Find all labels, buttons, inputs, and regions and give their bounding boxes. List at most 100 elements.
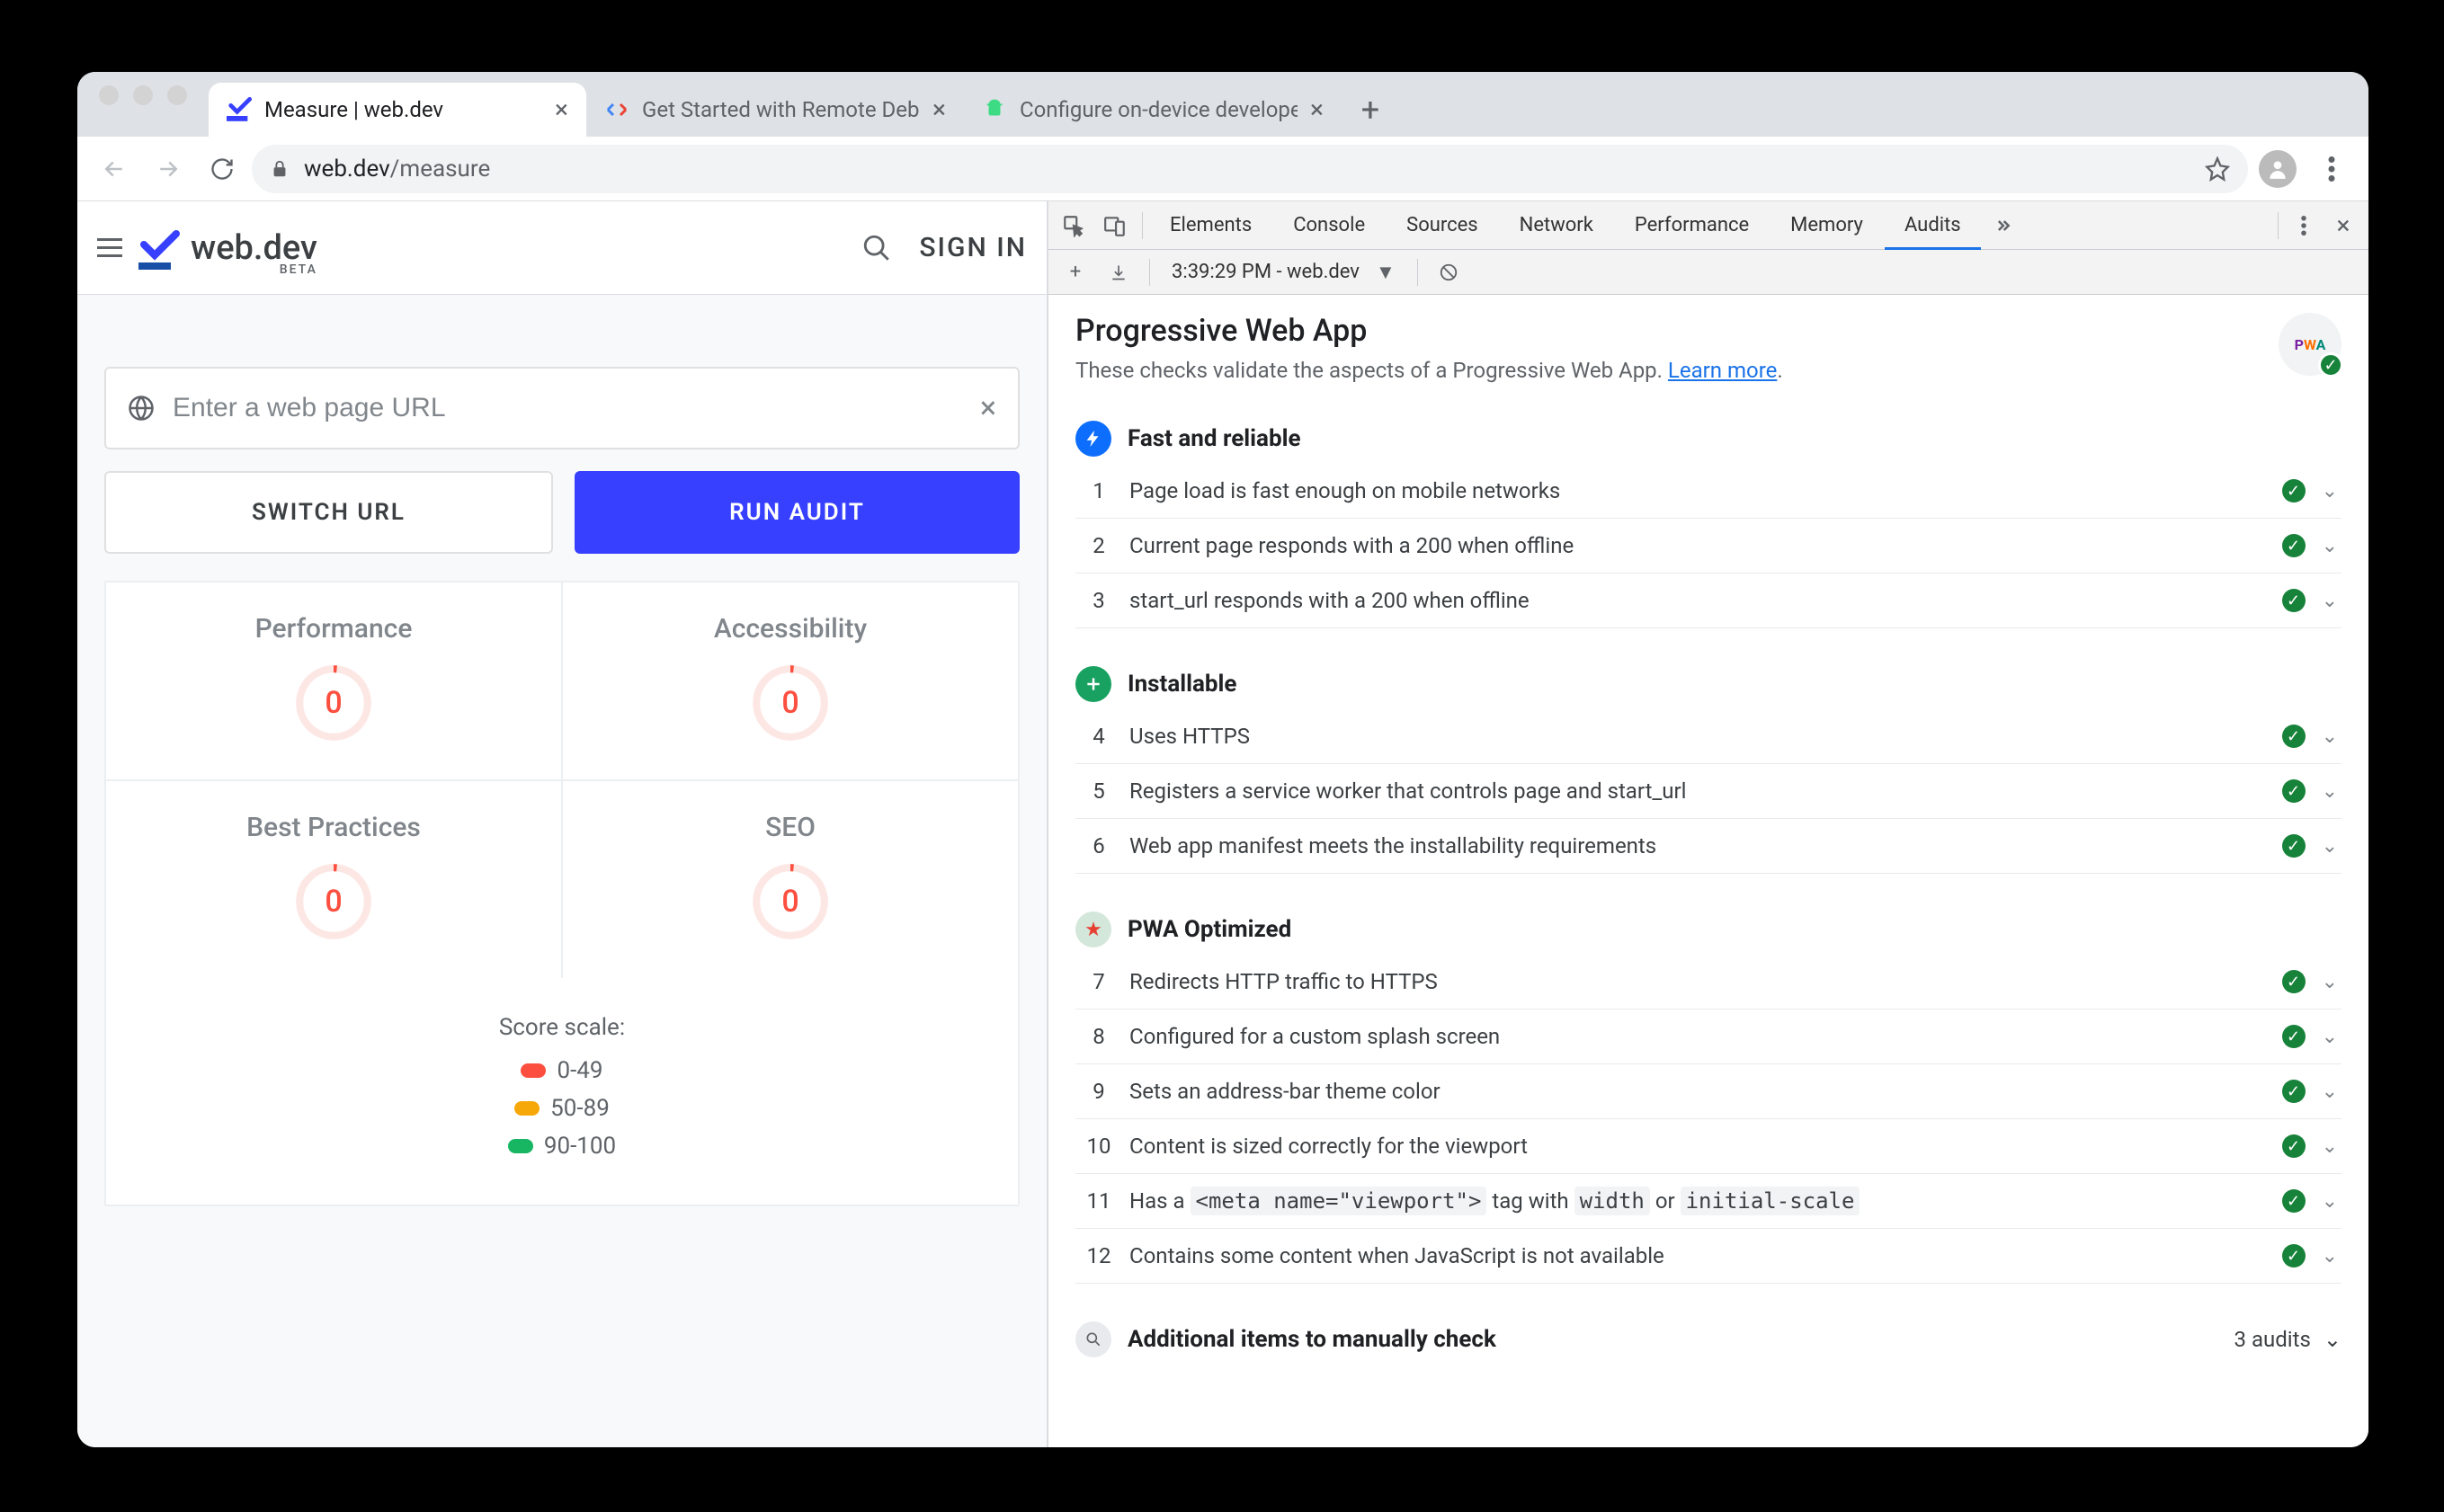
devtools-tab-sources[interactable]: Sources xyxy=(1387,201,1498,249)
audit-row[interactable]: 7Redirects HTTP traffic to HTTPS✓⌄ xyxy=(1075,955,2341,1009)
audit-row[interactable]: 5Registers a service worker that control… xyxy=(1075,764,2341,819)
audit-section-title: Installable xyxy=(1128,671,1236,698)
pass-icon: ✓ xyxy=(2282,589,2306,612)
hamburger-icon[interactable] xyxy=(97,238,122,257)
reload-button[interactable] xyxy=(198,145,246,193)
star-icon[interactable] xyxy=(2205,156,2230,182)
pass-icon: ✓ xyxy=(2282,1134,2306,1158)
search-icon[interactable] xyxy=(861,233,892,263)
close-tab-icon[interactable]: × xyxy=(932,97,946,122)
audit-number: 12 xyxy=(1079,1243,1119,1268)
close-tab-icon[interactable]: × xyxy=(1310,97,1324,122)
audits-title: Progressive Web App xyxy=(1075,313,2341,349)
chevron-down-icon[interactable]: ⌄ xyxy=(2322,590,2338,612)
bolt-icon xyxy=(1075,421,1111,457)
audit-number: 6 xyxy=(1079,833,1119,858)
devtools-tab-console[interactable]: Console xyxy=(1273,201,1385,249)
more-tabs-icon[interactable] xyxy=(1983,206,2022,245)
clear-icon[interactable]: × xyxy=(980,390,996,426)
close-tab-icon[interactable]: × xyxy=(555,97,568,122)
audit-row[interactable]: 2Current page responds with a 200 when o… xyxy=(1075,519,2341,574)
gauge-accessibility: Accessibility 0 xyxy=(561,583,1018,779)
devtools-tabs: Elements Console Sources Network Perform… xyxy=(1048,201,2368,250)
pass-icon: ✓ xyxy=(2282,1244,2306,1267)
download-icon[interactable] xyxy=(1101,254,1137,290)
gauge-seo: SEO 0 xyxy=(561,781,1018,978)
devtools-tab-elements[interactable]: Elements xyxy=(1150,201,1271,249)
learn-more-link[interactable]: Learn more xyxy=(1668,358,1777,383)
audits-subtitle: These checks validate the aspects of a P… xyxy=(1075,358,2341,383)
audit-row[interactable]: 8Configured for a custom splash screen✓⌄ xyxy=(1075,1009,2341,1064)
chevron-down-icon[interactable]: ⌄ xyxy=(2322,1135,2338,1158)
chevron-down-icon[interactable]: ⌄ xyxy=(2322,780,2338,803)
audits-run-label[interactable]: 3:39:29 PM - web.dev xyxy=(1172,261,1360,283)
close-window-icon[interactable] xyxy=(99,85,119,105)
audit-row[interactable]: 9Sets an address-bar theme color✓⌄ xyxy=(1075,1064,2341,1119)
run-audit-button[interactable]: RUN AUDIT xyxy=(575,471,1020,554)
audit-text: Uses HTTPS xyxy=(1119,724,2282,749)
chevron-down-icon[interactable]: ⌄ xyxy=(2322,480,2338,503)
browser-tab[interactable]: Get Started with Remote Debu × xyxy=(586,83,964,137)
score-grid: Performance 0 Accessibility 0 xyxy=(104,581,1020,1206)
url-input[interactable] xyxy=(173,393,962,423)
star-icon: ★ xyxy=(1075,912,1111,947)
address-bar[interactable]: web.dev/measure xyxy=(252,145,2248,193)
chevron-down-icon[interactable]: ⌄ xyxy=(2322,835,2338,858)
audit-text: Web app manifest meets the installabilit… xyxy=(1119,833,2282,858)
devtools-tab-audits[interactable]: Audits xyxy=(1885,201,1981,249)
chevron-down-icon[interactable]: ⌄ xyxy=(2322,971,2338,993)
manual-check-section[interactable]: Additional items to manually check 3 aud… xyxy=(1075,1321,2341,1357)
device-toolbar-icon[interactable] xyxy=(1095,206,1135,245)
minimize-window-icon[interactable] xyxy=(133,85,153,105)
devtools-kebab-icon[interactable] xyxy=(2284,206,2324,245)
pass-icon: ✓ xyxy=(2282,1025,2306,1048)
tab-title: Get Started with Remote Debu xyxy=(642,97,920,122)
gauge-best-practices: Best Practices 0 xyxy=(106,781,561,978)
new-tab-button[interactable]: + xyxy=(1352,92,1388,128)
profile-button[interactable] xyxy=(2253,145,2302,193)
chevron-down-icon[interactable]: ⌄ xyxy=(2322,1081,2338,1103)
sign-in-button[interactable]: SIGN IN xyxy=(919,232,1027,263)
back-button[interactable] xyxy=(90,145,138,193)
new-audit-icon[interactable]: + xyxy=(1057,254,1093,290)
webdev-icon xyxy=(227,97,252,122)
chevron-down-icon[interactable]: ⌄ xyxy=(2322,1245,2338,1267)
audit-text: Contains some content when JavaScript is… xyxy=(1119,1243,2282,1268)
audit-row[interactable]: 1Page load is fast enough on mobile netw… xyxy=(1075,464,2341,519)
kebab-menu-button[interactable] xyxy=(2307,145,2356,193)
gauge-performance: Performance 0 xyxy=(106,583,561,779)
webdev-logo[interactable]: web.dev BETA xyxy=(138,227,317,270)
audit-number: 3 xyxy=(1079,588,1119,613)
switch-url-button[interactable]: SWITCH URL xyxy=(104,471,553,554)
audit-row[interactable]: 6Web app manifest meets the installabili… xyxy=(1075,819,2341,874)
forward-button[interactable] xyxy=(144,145,192,193)
devtools-close-icon[interactable]: × xyxy=(2324,206,2363,245)
devtools-tab-memory[interactable]: Memory xyxy=(1771,201,1883,249)
devtools-tab-network[interactable]: Network xyxy=(1500,201,1613,249)
audit-number: 1 xyxy=(1079,478,1119,503)
chevron-down-icon[interactable]: ⌄ xyxy=(2322,535,2338,557)
audit-row[interactable]: 4Uses HTTPS✓⌄ xyxy=(1075,709,2341,764)
chevron-down-icon[interactable]: ⌄ xyxy=(2324,1327,2341,1352)
inspect-element-icon[interactable] xyxy=(1054,206,1093,245)
devtools-tab-performance[interactable]: Performance xyxy=(1615,201,1769,249)
chevron-down-icon[interactable]: ⌄ xyxy=(2322,725,2338,748)
browser-tab[interactable]: Measure | web.dev × xyxy=(209,83,586,137)
chevron-down-icon[interactable]: ⌄ xyxy=(2322,1026,2338,1048)
chevron-down-icon[interactable]: ▼ xyxy=(1376,261,1396,284)
plus-icon xyxy=(1075,666,1111,702)
window-controls[interactable] xyxy=(77,72,209,137)
clear-icon[interactable] xyxy=(1431,254,1467,290)
audit-text: Sets an address-bar theme color xyxy=(1119,1079,2282,1104)
audit-section-title: PWA Optimized xyxy=(1128,916,1291,943)
audit-row[interactable]: 3start_url responds with a 200 when offl… xyxy=(1075,574,2341,628)
audit-text: Registers a service worker that controls… xyxy=(1119,778,2282,804)
audit-row[interactable]: 10Content is sized correctly for the vie… xyxy=(1075,1119,2341,1174)
audit-number: 8 xyxy=(1079,1024,1119,1049)
browser-tab[interactable]: Configure on-device develope × xyxy=(964,83,1342,137)
chevron-down-icon[interactable]: ⌄ xyxy=(2322,1190,2338,1213)
audit-row[interactable]: 12Contains some content when JavaScript … xyxy=(1075,1229,2341,1284)
audit-row[interactable]: 11Has a <meta name="viewport"> tag with … xyxy=(1075,1174,2341,1229)
pass-icon: ✓ xyxy=(2282,534,2306,557)
maximize-window-icon[interactable] xyxy=(167,85,187,105)
